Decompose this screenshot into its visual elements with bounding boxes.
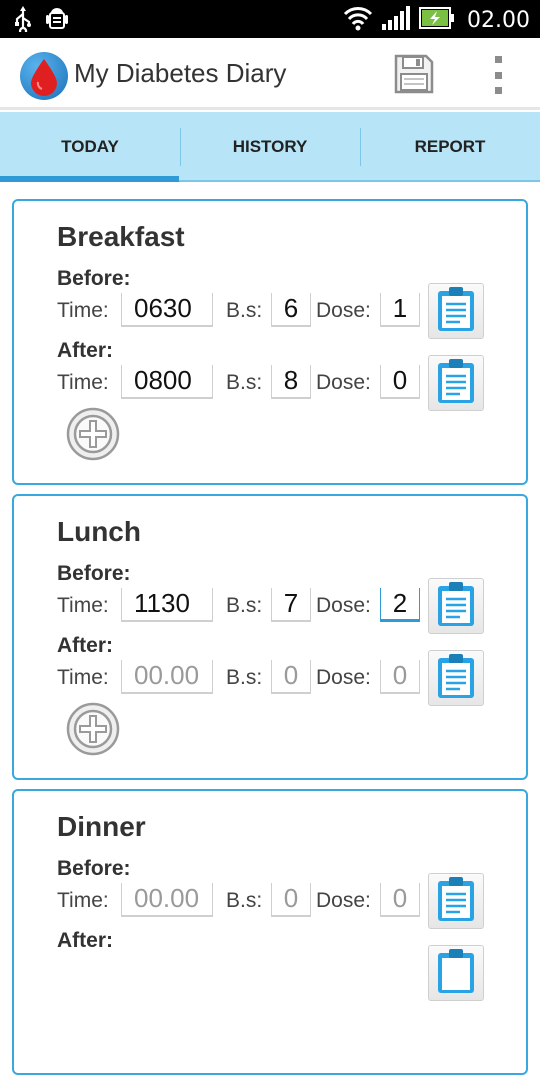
save-icon[interactable] xyxy=(394,54,434,94)
add-entry-button[interactable] xyxy=(66,407,120,461)
meal-card-lunch: Lunch Before: Time: 1130 B.s: 7 Dose: 2 … xyxy=(12,494,528,780)
signal-icon xyxy=(381,5,411,36)
dose-label: Dose: xyxy=(316,299,371,322)
time-input[interactable]: 00.00 xyxy=(121,883,213,917)
dose-input[interactable]: 0 xyxy=(380,660,420,694)
bs-label: B.s: xyxy=(226,371,263,394)
clock: 02.00 xyxy=(467,8,530,33)
before-entry-row: Time: 1130 B.s: 7 Dose: 2 xyxy=(14,578,526,634)
action-bar: My Diabetes Diary xyxy=(0,38,540,110)
dose-input[interactable]: 1 xyxy=(380,293,420,327)
dose-label: Dose: xyxy=(316,371,371,394)
time-label: Time: xyxy=(57,666,109,689)
meal-card-dinner: Dinner Before: Time: 00.00 B.s: 0 Dose: … xyxy=(12,789,528,1075)
clipboard-button[interactable] xyxy=(428,355,484,411)
status-bar: 02.00 xyxy=(0,0,540,38)
clipboard-icon xyxy=(436,358,476,409)
clipboard-button[interactable] xyxy=(428,650,484,706)
blood-sugar-input[interactable]: 0 xyxy=(271,660,311,694)
dose-input[interactable]: 0 xyxy=(380,883,420,917)
add-entry-button[interactable] xyxy=(66,702,120,756)
android-debug-icon xyxy=(46,6,68,37)
meal-title: Dinner xyxy=(57,811,146,842)
bs-label: B.s: xyxy=(226,666,263,689)
blood-sugar-input[interactable]: 8 xyxy=(271,365,311,399)
before-entry-row: Time: 0630 B.s: 6 Dose: 1 xyxy=(14,283,526,339)
dose-label: Dose: xyxy=(316,889,371,912)
dose-label: Dose: xyxy=(316,594,371,617)
clipboard-button[interactable] xyxy=(428,873,484,929)
plus-circle-icon xyxy=(66,702,120,760)
meal-title: Lunch xyxy=(57,516,141,547)
time-label: Time: xyxy=(57,594,109,617)
dose-input[interactable]: 0 xyxy=(380,365,420,399)
after-entry-row: Time: 00.00 B.s: 0 Dose: 0 xyxy=(14,650,526,706)
before-entry-row: Time: 00.00 B.s: 0 Dose: 0 xyxy=(14,873,526,929)
wifi-icon xyxy=(343,5,373,36)
meal-card-breakfast: Breakfast Before: Time: 0630 B.s: 6 Dose… xyxy=(12,199,528,485)
after-entry-row xyxy=(14,945,526,1001)
tab-bar: TODAY HISTORY REPORT xyxy=(0,112,540,182)
after-label: After: xyxy=(57,634,113,657)
after-label: After: xyxy=(57,339,113,362)
bs-label: B.s: xyxy=(226,594,263,617)
clipboard-button[interactable] xyxy=(428,945,484,1001)
app-title: My Diabetes Diary xyxy=(74,58,287,88)
clipboard-icon xyxy=(436,653,476,704)
after-entry-row: Time: 0800 B.s: 8 Dose: 0 xyxy=(14,355,526,411)
time-label: Time: xyxy=(57,299,109,322)
blood-sugar-input[interactable]: 7 xyxy=(271,588,311,622)
blood-sugar-input[interactable]: 0 xyxy=(271,883,311,917)
time-input[interactable]: 0800 xyxy=(121,365,213,399)
tab-history[interactable]: HISTORY xyxy=(180,112,360,182)
blood-drop-logo-icon xyxy=(20,52,68,100)
clipboard-icon xyxy=(436,581,476,632)
usb-icon xyxy=(14,6,32,37)
clipboard-icon xyxy=(436,286,476,337)
time-input[interactable]: 00.00 xyxy=(121,660,213,694)
before-label: Before: xyxy=(57,857,131,880)
selected-tab-indicator xyxy=(0,176,179,182)
clipboard-icon xyxy=(436,948,476,999)
time-input[interactable]: 1130 xyxy=(121,588,213,622)
after-label: After: xyxy=(57,929,113,952)
tab-today[interactable]: TODAY xyxy=(0,112,180,182)
dose-label: Dose: xyxy=(316,666,371,689)
clipboard-button[interactable] xyxy=(428,578,484,634)
before-label: Before: xyxy=(57,562,131,585)
clipboard-button[interactable] xyxy=(428,283,484,339)
bs-label: B.s: xyxy=(226,889,263,912)
meal-title: Breakfast xyxy=(57,221,185,252)
blood-sugar-input[interactable]: 6 xyxy=(271,293,311,327)
plus-circle-icon xyxy=(66,407,120,465)
dose-input[interactable]: 2 xyxy=(380,588,420,622)
time-label: Time: xyxy=(57,371,109,394)
time-label: Time: xyxy=(57,889,109,912)
bs-label: B.s: xyxy=(226,299,263,322)
before-label: Before: xyxy=(57,267,131,290)
tab-report[interactable]: REPORT xyxy=(360,112,540,182)
time-input[interactable]: 0630 xyxy=(121,293,213,327)
battery-icon xyxy=(419,7,455,34)
clipboard-icon xyxy=(436,876,476,927)
overflow-menu-icon[interactable] xyxy=(486,56,510,94)
